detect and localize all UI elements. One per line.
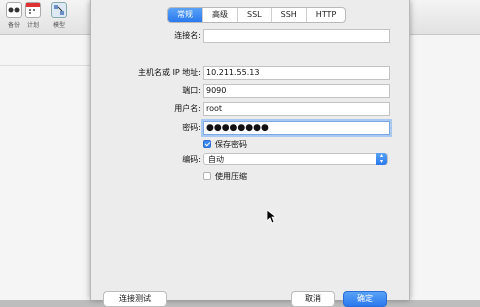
connection-dialog: 常规 高级 SSL SSH HTTP 连接名: 主机名或 IP 地址: 10.2… bbox=[90, 0, 410, 307]
test-connection-button[interactable]: 连接测试 bbox=[103, 291, 167, 307]
model-icon bbox=[51, 2, 67, 18]
host-row: 主机名或 IP 地址: 10.211.55.13 bbox=[91, 66, 409, 80]
save-password-checkbox[interactable] bbox=[203, 140, 211, 148]
connection-name-row: 连接名: bbox=[91, 29, 409, 43]
backup-icon bbox=[6, 2, 22, 18]
use-compression-checkbox[interactable] bbox=[203, 172, 211, 180]
host-label: 主机名或 IP 地址: bbox=[138, 68, 201, 77]
password-row: 密码: ●●●●●●●● bbox=[91, 121, 409, 135]
use-compression-row[interactable]: 使用压缩 bbox=[203, 170, 247, 182]
mouse-cursor-icon bbox=[267, 210, 277, 224]
save-password-label: 保存密码 bbox=[215, 139, 247, 149]
password-input[interactable]: ●●●●●●●● bbox=[203, 121, 390, 135]
tab-ssl[interactable]: SSL bbox=[238, 8, 272, 22]
toolbar-model-button[interactable]: 模型 bbox=[48, 2, 70, 29]
tab-http[interactable]: HTTP bbox=[307, 8, 345, 22]
encoding-select[interactable]: 自动 ▴ ▾ bbox=[203, 153, 388, 165]
username-input[interactable]: root bbox=[203, 102, 390, 116]
port-label: 端口: bbox=[182, 86, 201, 95]
cancel-button[interactable]: 取消 bbox=[291, 291, 335, 307]
port-row: 端口: 9090 bbox=[91, 84, 409, 98]
save-password-row[interactable]: 保存密码 bbox=[203, 138, 247, 150]
toolbar-schedule-button[interactable]: 计划 bbox=[22, 2, 44, 29]
calendar-icon bbox=[25, 2, 41, 18]
connection-name-input[interactable] bbox=[203, 29, 390, 43]
toolbar-schedule-label: 计划 bbox=[26, 22, 39, 29]
use-compression-label: 使用压缩 bbox=[215, 171, 247, 181]
encoding-selected-value: 自动 bbox=[208, 155, 224, 164]
connection-name-label: 连接名: bbox=[174, 31, 201, 40]
toolbar-model-label: 模型 bbox=[52, 22, 65, 29]
host-input[interactable]: 10.211.55.13 bbox=[203, 66, 390, 80]
divider bbox=[0, 65, 90, 66]
tab-bar: 常规 高级 SSL SSH HTTP bbox=[167, 7, 347, 23]
port-input[interactable]: 9090 bbox=[203, 84, 390, 98]
tab-advanced[interactable]: 高级 bbox=[203, 8, 238, 22]
chevron-updown-icon: ▴ ▾ bbox=[376, 153, 387, 165]
username-row: 用户名: root bbox=[91, 102, 409, 116]
username-label: 用户名: bbox=[174, 104, 201, 113]
tab-general[interactable]: 常规 bbox=[168, 8, 203, 22]
ok-button[interactable]: 确定 bbox=[343, 291, 387, 307]
encoding-label: 编码: bbox=[182, 155, 201, 164]
password-label: 密码: bbox=[182, 123, 201, 132]
tab-ssh[interactable]: SSH bbox=[272, 8, 307, 22]
encoding-row: 编码: 自动 ▴ ▾ bbox=[91, 153, 409, 167]
